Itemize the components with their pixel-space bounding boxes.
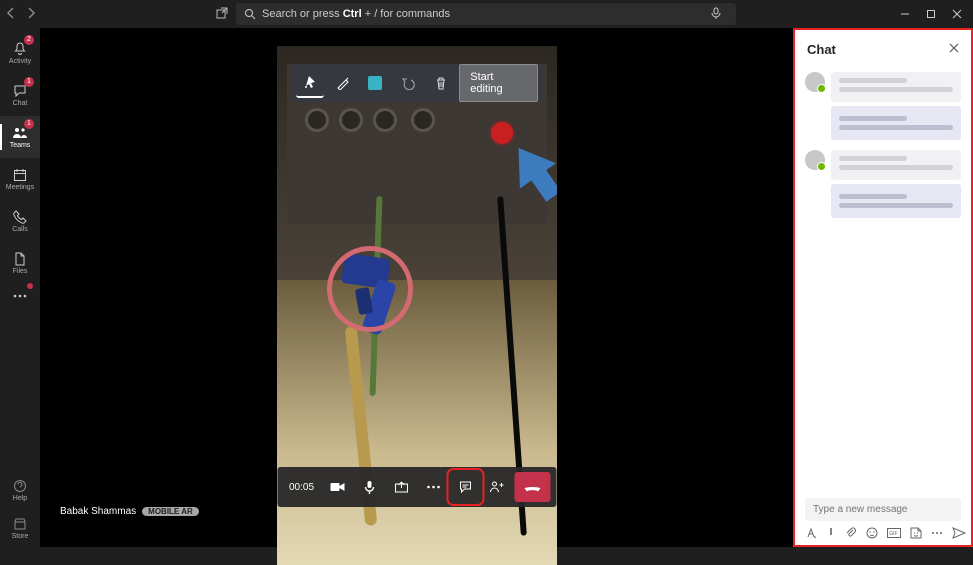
phone-icon bbox=[12, 209, 28, 225]
chat-panel: Chat bbox=[793, 28, 973, 547]
color-picker-button[interactable] bbox=[361, 68, 390, 98]
close-chat-button[interactable] bbox=[949, 42, 959, 56]
activity-badge: 2 bbox=[24, 35, 34, 45]
more-actions-button[interactable] bbox=[418, 472, 448, 502]
help-icon bbox=[12, 478, 28, 494]
avatar bbox=[805, 72, 825, 92]
composer-more-button[interactable] bbox=[931, 531, 943, 535]
color-swatch bbox=[368, 76, 382, 90]
call-stage: Start editing 00:05 bbox=[40, 28, 793, 547]
mic-icon[interactable] bbox=[710, 7, 728, 22]
calendar-icon bbox=[12, 167, 28, 183]
maximize-button[interactable] bbox=[919, 2, 943, 26]
call-controls: 00:05 bbox=[277, 467, 556, 507]
rail-activity[interactable]: 2 Activity bbox=[0, 32, 40, 74]
avatar bbox=[805, 150, 825, 170]
rail-meetings[interactable]: Meetings bbox=[0, 158, 40, 200]
rail-help[interactable]: Help bbox=[0, 471, 40, 509]
chat-composer: GIF bbox=[795, 490, 971, 545]
rail-store[interactable]: Store bbox=[0, 509, 40, 547]
open-chat-button[interactable] bbox=[450, 472, 480, 502]
attach-button[interactable] bbox=[845, 527, 857, 539]
chat-message bbox=[805, 150, 961, 180]
nav-back-icon[interactable] bbox=[6, 7, 16, 22]
hangup-button[interactable] bbox=[514, 472, 550, 502]
rail-files[interactable]: Files bbox=[0, 242, 40, 284]
rail-chat[interactable]: 1 Chat bbox=[0, 74, 40, 116]
rail-more[interactable] bbox=[0, 284, 40, 308]
sticker-button[interactable] bbox=[910, 527, 922, 539]
start-editing-button[interactable]: Start editing bbox=[459, 64, 537, 102]
send-button[interactable] bbox=[952, 527, 966, 539]
people-button[interactable] bbox=[482, 472, 512, 502]
pointer-tool-button[interactable] bbox=[296, 68, 325, 98]
chat-message-self bbox=[831, 106, 961, 140]
chat-message bbox=[805, 72, 961, 102]
annotation-circle bbox=[327, 246, 413, 332]
format-button[interactable] bbox=[805, 527, 817, 539]
teams-badge: 1 bbox=[24, 119, 34, 129]
more-icon bbox=[12, 288, 28, 304]
chat-badge: 1 bbox=[24, 77, 34, 87]
title-bar: Search or press Ctrl + / for commands bbox=[0, 0, 973, 28]
call-duration: 00:05 bbox=[283, 482, 320, 493]
store-icon bbox=[12, 516, 28, 532]
chat-message-self bbox=[831, 184, 961, 218]
participant-name: Babak Shammas bbox=[60, 506, 136, 517]
files-icon bbox=[12, 251, 28, 267]
chat-header: Chat bbox=[795, 30, 971, 68]
chat-messages bbox=[795, 68, 971, 490]
camera-button[interactable] bbox=[322, 472, 352, 502]
gif-button[interactable]: GIF bbox=[887, 528, 901, 538]
pen-tool-button[interactable] bbox=[328, 68, 357, 98]
mic-button[interactable] bbox=[354, 472, 384, 502]
rail-teams[interactable]: 1 Teams bbox=[0, 116, 40, 158]
participant-mode-badge: MOBILE AR bbox=[142, 507, 199, 516]
participant-name-tag: Babak Shammas MOBILE AR bbox=[60, 506, 199, 517]
search-input[interactable]: Search or press Ctrl + / for commands bbox=[236, 3, 736, 25]
delete-annotation-button[interactable] bbox=[427, 68, 456, 98]
svg-text:GIF: GIF bbox=[889, 531, 897, 537]
annotation-toolbar: Start editing bbox=[292, 64, 542, 102]
close-window-button[interactable] bbox=[945, 2, 969, 26]
app-rail: 2 Activity 1 Chat 1 Teams Meetings bbox=[0, 28, 40, 547]
search-placeholder: Search or press Ctrl + / for commands bbox=[262, 8, 450, 20]
compose-input[interactable] bbox=[805, 498, 961, 521]
emoji-button[interactable] bbox=[866, 527, 878, 539]
rail-calls[interactable]: Calls bbox=[0, 200, 40, 242]
undo-button[interactable] bbox=[394, 68, 423, 98]
priority-button[interactable] bbox=[826, 527, 836, 539]
popout-icon[interactable] bbox=[216, 7, 228, 22]
chat-title: Chat bbox=[807, 42, 836, 57]
nav-forward-icon[interactable] bbox=[26, 7, 36, 22]
share-button[interactable] bbox=[386, 472, 416, 502]
minimize-button[interactable] bbox=[893, 2, 917, 26]
search-icon bbox=[244, 8, 256, 20]
